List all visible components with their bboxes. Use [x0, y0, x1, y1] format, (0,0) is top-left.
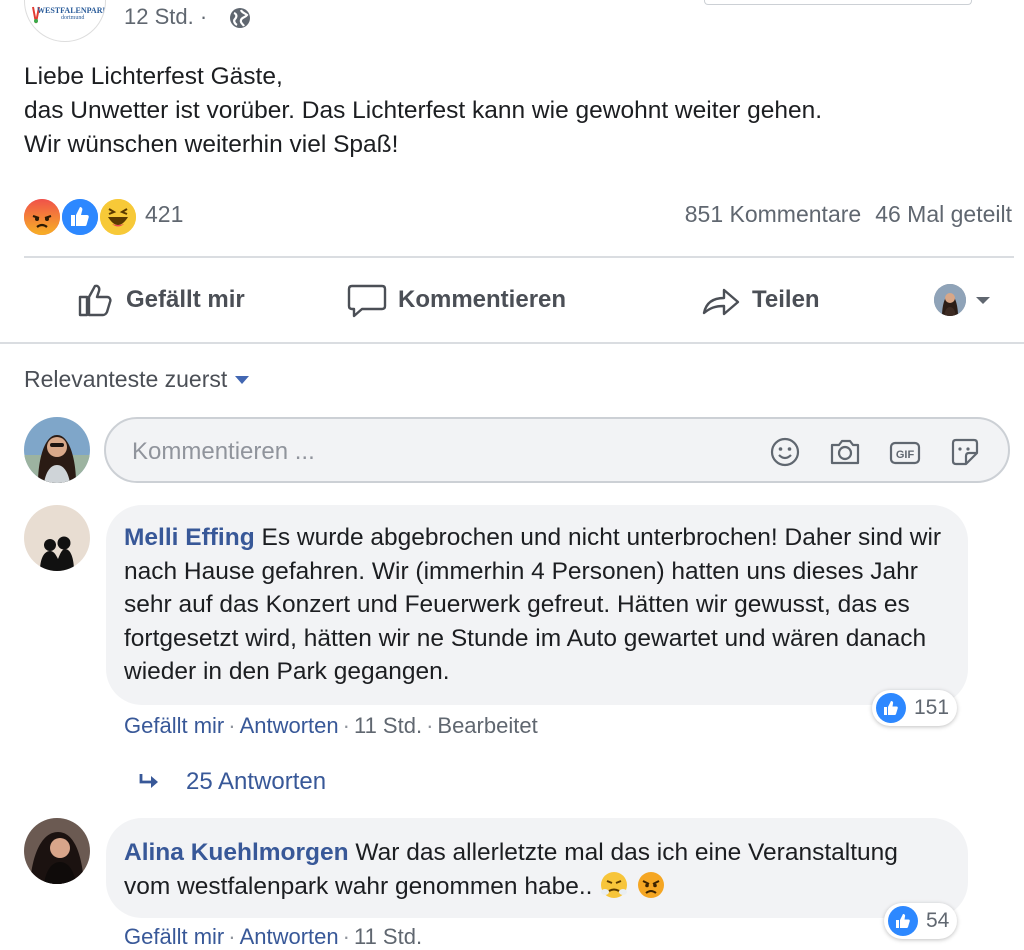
- comment-like-link[interactable]: Gefällt mir: [124, 713, 224, 738]
- reaction-summary[interactable]: [22, 197, 142, 237]
- caret-down-icon: [976, 297, 990, 304]
- post-body-text: Liebe Lichterfest Gäste, das Unwetter is…: [24, 63, 823, 158]
- comment-like-link[interactable]: Gefällt mir: [124, 924, 224, 949]
- comment-author[interactable]: Melli Effing: [124, 524, 255, 551]
- post-stats: 851 Kommentare 46 Mal geteilt: [685, 201, 1012, 228]
- comments-count[interactable]: 851 Kommentare: [685, 201, 861, 227]
- commenter-avatar[interactable]: [24, 818, 90, 884]
- angry-face-emoji-icon: [636, 870, 666, 900]
- comment-composer: GIF: [104, 417, 1010, 483]
- user-avatar-small: [934, 284, 966, 316]
- divider-top: [24, 256, 1014, 258]
- commenter-avatar[interactable]: [24, 505, 90, 571]
- svg-text:GIF: GIF: [896, 449, 915, 461]
- audience-selector[interactable]: [934, 282, 1000, 318]
- logo-title: WESTFALENPARK: [37, 6, 106, 15]
- share-button[interactable]: Teilen: [700, 280, 820, 320]
- angry-reaction-icon: [22, 197, 62, 237]
- current-user-avatar[interactable]: [24, 417, 90, 483]
- haha-reaction-icon: [98, 197, 138, 237]
- like-reaction-icon: [876, 693, 906, 723]
- view-replies-link[interactable]: 25 Antworten: [138, 768, 326, 796]
- like-button[interactable]: Gefällt mir: [76, 280, 245, 320]
- comment-button[interactable]: Kommentieren: [346, 280, 566, 320]
- steam-face-emoji-icon: [599, 870, 629, 900]
- top-right-panel-edge: [704, 0, 972, 5]
- sort-caret-icon: [235, 375, 250, 384]
- comment-sort-dropdown[interactable]: Relevanteste zuerst: [24, 366, 250, 393]
- thumbs-up-icon: [78, 284, 112, 317]
- emoji-icon[interactable]: [768, 435, 802, 469]
- comment-meta: Gefällt mir · Antworten · 11 Std. · Bearbeitet: [124, 713, 538, 738]
- post-timestamp[interactable]: 12 Std. ·: [124, 4, 207, 30]
- globe-icon[interactable]: [228, 6, 252, 30]
- like-reaction-icon: [60, 197, 100, 237]
- gif-icon[interactable]: GIF: [888, 435, 922, 469]
- page-logo-avatar[interactable]: WESTFALENPARK dortmund: [24, 0, 106, 42]
- speech-bubble-icon: [347, 284, 387, 318]
- comment-text: Alina Kuehlmorgen War das allerletzte ma…: [124, 836, 944, 903]
- sticker-icon[interactable]: [948, 435, 982, 469]
- comment-edited-label[interactable]: Bearbeitet: [437, 713, 537, 738]
- reply-arrow-icon: [139, 774, 158, 788]
- composer-tools: GIF: [768, 435, 982, 469]
- comment-time[interactable]: 11 Std.: [354, 924, 422, 949]
- comment-reply-link[interactable]: Antworten: [240, 713, 339, 738]
- shares-count[interactable]: 46 Mal geteilt: [875, 201, 1012, 227]
- comment-reply-link[interactable]: Antworten: [240, 924, 339, 949]
- divider-actions: [0, 342, 1024, 344]
- camera-icon[interactable]: [828, 435, 862, 469]
- comment-meta: Gefällt mir · Antworten · 11 Std.: [124, 924, 423, 949]
- comment-like-count[interactable]: 54: [884, 903, 958, 939]
- comment-like-count[interactable]: 151: [872, 690, 958, 726]
- comment-author[interactable]: Alina Kuehlmorgen: [124, 839, 349, 866]
- like-reaction-icon: [888, 906, 918, 936]
- reaction-count[interactable]: 421: [145, 201, 183, 228]
- comment-time[interactable]: 11 Std.: [354, 713, 422, 738]
- share-arrow-icon: [702, 288, 740, 316]
- comment-input[interactable]: [130, 435, 734, 469]
- logo-subtitle: dortmund: [61, 15, 85, 21]
- comment-text: Melli Effing Es wurde abgebrochen und ni…: [124, 521, 954, 689]
